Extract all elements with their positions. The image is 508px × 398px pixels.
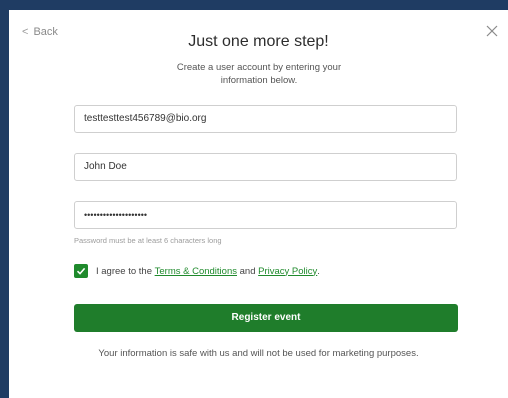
register-button[interactable]: Register event bbox=[74, 304, 458, 332]
password-hint: Password must be at least 6 characters l… bbox=[74, 236, 222, 245]
agree-and: and bbox=[239, 265, 256, 277]
agree-suffix: . bbox=[317, 265, 320, 277]
agree-checkbox[interactable] bbox=[74, 264, 88, 278]
registration-modal: < Back Just one more step! Create a user… bbox=[9, 10, 508, 398]
name-field[interactable]: John Doe bbox=[74, 153, 457, 181]
modal-title: Just one more step! bbox=[188, 33, 329, 50]
password-field[interactable]: •••••••••••••••••••• bbox=[74, 201, 457, 229]
agree-prefix: I agree to the bbox=[96, 265, 152, 277]
page-background: < Back Just one more step! Create a user… bbox=[0, 0, 508, 398]
terms-agreement: I agree to the Terms & Conditions and Pr… bbox=[74, 264, 320, 278]
modal-subtitle: Create a user account by entering your i… bbox=[176, 62, 342, 86]
terms-link[interactable]: Terms & Conditions bbox=[155, 266, 237, 277]
privacy-link[interactable]: Privacy Policy bbox=[258, 266, 317, 277]
privacy-note: Your information is safe with us and wil… bbox=[98, 348, 419, 359]
checkmark-icon bbox=[76, 267, 86, 275]
email-field[interactable]: testtesttest456789@bio.org bbox=[74, 105, 457, 133]
